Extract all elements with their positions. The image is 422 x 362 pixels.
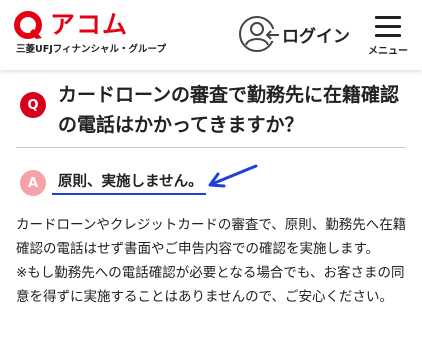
menu-button[interactable]: メニュー — [366, 12, 410, 57]
answer-summary: 原則、実施しません。 — [58, 174, 203, 190]
question-text: カードローンの審査で勤務先に在籍確認の電話はかかってきますか？ — [58, 84, 400, 136]
answer-body-paragraph-2: ※もし勤務先への電話確認が必要となる場合でも、お客さまの同意を得ずに実施すること… — [16, 265, 405, 305]
logo-subtitle: 三菱UFJフィナンシャル・グループ — [16, 44, 166, 55]
answer-badge: A — [20, 170, 46, 196]
hamburger-bar-middle — [375, 25, 401, 28]
divider — [16, 147, 406, 148]
login-label: ログイン — [282, 26, 350, 47]
arrow-annotation-icon — [208, 164, 258, 188]
login-button[interactable]: ログイン — [238, 14, 350, 54]
question-badge: Q — [20, 92, 46, 118]
site-header: アコム 三菱UFJフィナンシャル・グループ ログイン メニュー — [0, 0, 422, 70]
menu-label: メニュー — [368, 46, 408, 57]
answer-body-paragraph-1: カードローンやクレジットカードの審査で、原則、勤務先へ在籍確認の電話はせず書面や… — [16, 217, 407, 257]
answer-body: カードローンやクレジットカードの審査で、原則、勤務先へ在籍確認の電話はせず書面や… — [16, 213, 408, 309]
answer-underline-annotation — [52, 193, 206, 195]
acom-logo[interactable]: アコム 三菱UFJフィナンシャル・グループ — [14, 10, 166, 62]
user-login-icon — [239, 16, 280, 52]
acom-logo-mark-icon — [14, 11, 42, 39]
hamburger-bar-bottom — [375, 34, 401, 37]
logo-text: アコム — [50, 10, 129, 39]
hamburger-bar-top — [375, 16, 401, 19]
